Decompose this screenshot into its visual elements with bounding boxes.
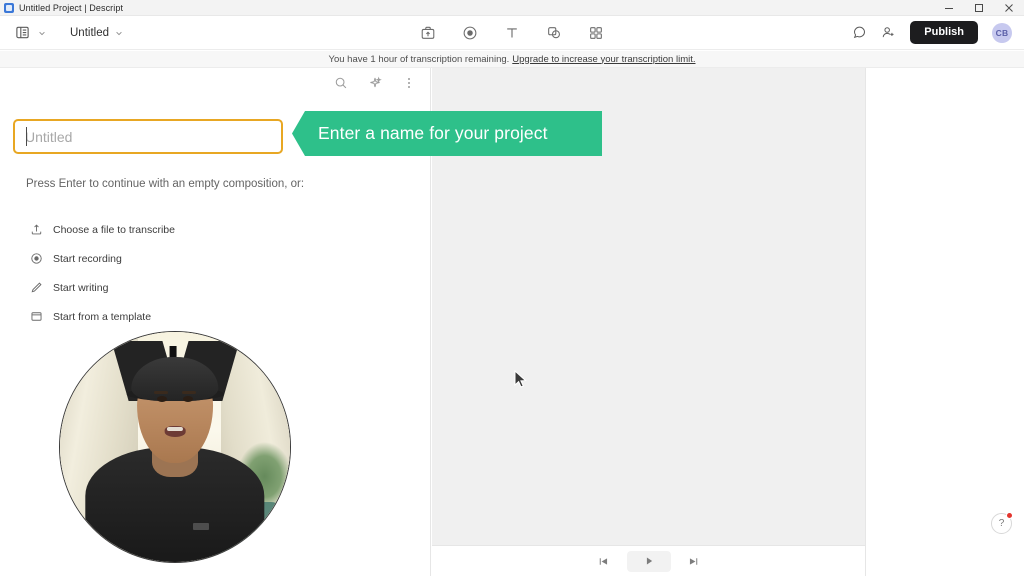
publish-button[interactable]: Publish: [910, 21, 978, 44]
window-title: Untitled Project | Descript: [19, 2, 124, 13]
upload-icon: [30, 223, 43, 236]
text-caret: [26, 127, 27, 146]
empty-composition-hint: Press Enter to continue with an empty co…: [26, 178, 305, 190]
webcam-eyebrow-left: [154, 390, 169, 394]
template-window-icon: [30, 310, 43, 323]
maximize-icon[interactable]: [964, 0, 994, 16]
start-options-list: Choose a file to transcribe Start record…: [30, 223, 175, 323]
descript-app-icon: [4, 2, 14, 13]
option-start-writing[interactable]: Start writing: [30, 281, 175, 294]
right-properties-pane: [865, 68, 1024, 576]
left-pane-toolbar: [332, 74, 418, 92]
notification-badge: [1006, 512, 1013, 519]
webcam-video-bubble[interactable]: [59, 331, 291, 563]
onboarding-callout: Enter a name for your project: [292, 111, 602, 156]
option-label: Start writing: [53, 281, 109, 294]
transcription-notice-banner: You have 1 hour of transcription remaini…: [0, 51, 1024, 68]
layout-panel-icon[interactable]: [12, 22, 32, 44]
playback-bar: [432, 545, 865, 576]
descript-app-window: Untitled Project | Descript Untitled Pub…: [0, 0, 1024, 576]
project-name-input[interactable]: [13, 119, 283, 154]
webcam-shirt-logo: [193, 522, 210, 530]
shapes-icon[interactable]: [543, 22, 565, 44]
ai-sparkle-icon[interactable]: [366, 74, 384, 92]
option-start-from-template[interactable]: Start from a template: [30, 310, 175, 323]
more-options-icon[interactable]: [400, 74, 418, 92]
option-start-recording[interactable]: Start recording: [30, 252, 175, 265]
webcam-eyebrow-right: [181, 390, 196, 394]
banner-message: You have 1 hour of transcription remaini…: [328, 53, 510, 65]
media-upload-icon[interactable]: [417, 22, 439, 44]
play-icon[interactable]: [626, 550, 671, 572]
comment-icon[interactable]: [852, 25, 867, 40]
avatar[interactable]: CB: [992, 22, 1012, 43]
header-toolbar: [417, 22, 607, 44]
app-header: Untitled Publish CB: [0, 16, 1024, 50]
option-label: Choose a file to transcribe: [53, 223, 175, 236]
text-icon[interactable]: [501, 22, 523, 44]
header-left-group: Untitled: [0, 22, 125, 44]
help-button[interactable]: ?: [991, 512, 1013, 534]
window-title-bar: Untitled Project | Descript: [0, 0, 1024, 16]
project-name-input-wrapper: [13, 119, 283, 154]
help-label: ?: [998, 518, 1005, 529]
close-icon[interactable]: [994, 0, 1024, 16]
window-controls: [934, 0, 1024, 16]
skip-back-icon[interactable]: [593, 551, 615, 571]
layout-chevron-down-icon[interactable]: [36, 23, 48, 43]
upgrade-link[interactable]: Upgrade to increase your transcription l…: [512, 54, 695, 65]
add-person-icon[interactable]: [881, 25, 896, 40]
callout-text: Enter a name for your project: [318, 123, 548, 143]
pencil-icon: [30, 281, 43, 294]
option-label: Start recording: [53, 252, 122, 265]
webcam-teeth: [166, 426, 184, 432]
record-icon[interactable]: [459, 22, 481, 44]
project-chevron-down-icon[interactable]: [113, 23, 125, 43]
option-choose-file[interactable]: Choose a file to transcribe: [30, 223, 175, 236]
skip-forward-icon[interactable]: [683, 551, 705, 571]
header-right-group: Publish CB: [852, 21, 1024, 44]
minimize-icon[interactable]: [934, 0, 964, 16]
search-icon[interactable]: [332, 74, 350, 92]
option-label: Start from a template: [53, 310, 152, 323]
record-circle-icon: [30, 252, 43, 265]
project-name-label[interactable]: Untitled: [70, 27, 109, 39]
layouts-grid-icon[interactable]: [585, 22, 607, 44]
